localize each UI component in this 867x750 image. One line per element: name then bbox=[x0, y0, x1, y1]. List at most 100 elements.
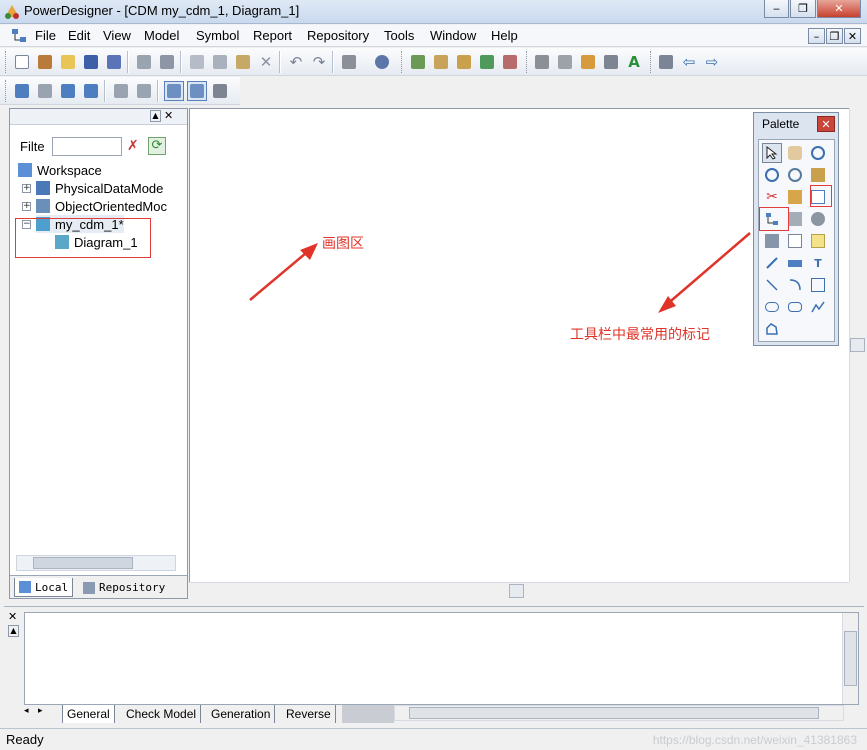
output-float-icon[interactable]: ▲ bbox=[8, 625, 19, 637]
tab-repository[interactable]: Repository bbox=[79, 578, 169, 597]
expand-icon[interactable]: + bbox=[22, 184, 31, 193]
association-link-icon[interactable] bbox=[762, 231, 782, 251]
save-icon[interactable] bbox=[81, 52, 101, 72]
tab-scroll-right-icon[interactable]: ▸ bbox=[38, 706, 43, 716]
rounded-rectangle-tool-icon[interactable] bbox=[785, 297, 805, 317]
palette-toggle-icon[interactable] bbox=[164, 81, 184, 101]
bring-front-icon[interactable] bbox=[532, 52, 552, 72]
font-icon[interactable]: A bbox=[624, 52, 644, 72]
diagram-view-icon[interactable] bbox=[134, 81, 154, 101]
close-button[interactable]: ✕ bbox=[817, 0, 861, 18]
tree-item-object-oriented-model[interactable]: ObjectOrientedMoc bbox=[36, 197, 167, 215]
note-icon[interactable] bbox=[808, 231, 828, 251]
generate-icon[interactable] bbox=[408, 52, 428, 72]
reverse-engineer-icon[interactable] bbox=[431, 52, 451, 72]
menu-model[interactable]: Model bbox=[142, 27, 181, 44]
mdi-restore-button[interactable]: ❐ bbox=[826, 28, 843, 44]
diagram-canvas[interactable] bbox=[189, 108, 849, 582]
tab-general[interactable]: General bbox=[62, 705, 115, 723]
restore-button[interactable]: ❐ bbox=[790, 0, 816, 18]
browser-close-icon[interactable]: ✕ bbox=[164, 109, 173, 122]
menu-edit[interactable]: Edit bbox=[66, 27, 92, 44]
impact-analysis-icon[interactable] bbox=[500, 52, 520, 72]
cut-icon[interactable] bbox=[187, 52, 207, 72]
menu-report[interactable]: Report bbox=[251, 27, 294, 44]
scroll-thumb[interactable] bbox=[850, 338, 865, 352]
browser-view-icon[interactable] bbox=[12, 81, 32, 101]
file-icon[interactable] bbox=[785, 231, 805, 251]
output-close-icon[interactable]: ✕ bbox=[8, 610, 17, 623]
package-icon[interactable] bbox=[785, 187, 805, 207]
send-back-icon[interactable] bbox=[555, 52, 575, 72]
grabber-icon[interactable] bbox=[785, 143, 805, 163]
check-model-icon[interactable] bbox=[372, 52, 392, 72]
print-preview-icon[interactable] bbox=[134, 52, 154, 72]
browser-float-icon[interactable]: ▲ bbox=[150, 110, 161, 122]
menu-repository[interactable]: Repository bbox=[305, 27, 371, 44]
delete-icon[interactable]: ✕ bbox=[256, 52, 276, 72]
browser-hscrollbar[interactable] bbox=[16, 555, 176, 571]
print-icon[interactable] bbox=[157, 52, 177, 72]
output-view-icon[interactable] bbox=[35, 81, 55, 101]
forward-icon[interactable]: ⇨ bbox=[702, 52, 722, 72]
tab-reverse[interactable]: Reverse bbox=[282, 705, 336, 723]
save-all-icon[interactable] bbox=[104, 52, 124, 72]
new-project-icon[interactable] bbox=[35, 52, 55, 72]
canvas-hscrollbar[interactable] bbox=[189, 582, 849, 599]
text-tool-icon[interactable]: T bbox=[808, 253, 828, 273]
line-color-icon[interactable] bbox=[578, 52, 598, 72]
line-tool-icon[interactable] bbox=[762, 275, 782, 295]
tab-check-model[interactable]: Check Model bbox=[122, 705, 202, 723]
merge-icon[interactable] bbox=[477, 52, 497, 72]
toolbox-toggle-icon[interactable] bbox=[187, 81, 207, 101]
undo-icon[interactable]: ↶ bbox=[286, 52, 306, 72]
arc-tool-icon[interactable] bbox=[785, 275, 805, 295]
properties-tool-icon[interactable] bbox=[808, 165, 828, 185]
new-icon[interactable] bbox=[12, 52, 32, 72]
folder-icon[interactable] bbox=[656, 52, 676, 72]
menu-symbol[interactable]: Symbol bbox=[194, 27, 241, 44]
domain-icon[interactable] bbox=[785, 253, 805, 273]
output-text-area[interactable] bbox=[24, 612, 859, 705]
palette-close-icon[interactable]: ✕ bbox=[817, 116, 835, 132]
tab-generation[interactable]: Generation bbox=[207, 705, 276, 723]
pointer-icon[interactable] bbox=[762, 143, 782, 163]
delete-tool-icon[interactable]: ✂ bbox=[762, 187, 782, 207]
tab-local[interactable]: Local bbox=[14, 578, 74, 597]
back-icon[interactable]: ⇦ bbox=[679, 52, 699, 72]
scroll-thumb[interactable] bbox=[509, 584, 524, 598]
zoom-icon[interactable] bbox=[111, 81, 131, 101]
fill-color-icon[interactable] bbox=[601, 52, 621, 72]
output-vscrollbar[interactable] bbox=[842, 613, 858, 704]
minimize-button[interactable]: ‒ bbox=[764, 0, 789, 18]
menu-window[interactable]: Window bbox=[428, 27, 478, 44]
open-package-icon[interactable] bbox=[785, 165, 805, 185]
zoom-in-icon[interactable] bbox=[808, 143, 828, 163]
menu-tools[interactable]: Tools bbox=[382, 27, 416, 44]
copy-icon[interactable] bbox=[210, 52, 230, 72]
expand-icon[interactable]: + bbox=[22, 202, 31, 211]
mdi-minimize-button[interactable]: – bbox=[808, 28, 825, 44]
grid-toggle-icon[interactable] bbox=[210, 81, 230, 101]
result-list-icon[interactable] bbox=[58, 81, 78, 101]
ellipse-tool-icon[interactable] bbox=[762, 297, 782, 317]
open-icon[interactable] bbox=[58, 52, 78, 72]
association-icon[interactable] bbox=[808, 209, 828, 229]
menu-file[interactable]: File bbox=[33, 27, 58, 44]
redo-icon[interactable]: ↷ bbox=[309, 52, 329, 72]
tab-scroll-left-icon[interactable]: ◂ bbox=[24, 706, 29, 716]
menu-help[interactable]: Help bbox=[489, 27, 520, 44]
mdi-close-button[interactable]: ✕ bbox=[844, 28, 861, 44]
scroll-thumb[interactable] bbox=[844, 631, 857, 686]
scroll-thumb[interactable] bbox=[33, 557, 133, 569]
split-view-icon[interactable] bbox=[81, 81, 101, 101]
refresh-icon[interactable]: ⟳ bbox=[148, 137, 166, 155]
tree-item-physical-data-model[interactable]: PhysicalDataMode bbox=[36, 179, 163, 197]
rectangle-tool-icon[interactable] bbox=[808, 275, 828, 295]
clear-filter-icon[interactable]: ✗ bbox=[127, 138, 139, 154]
polygon-tool-icon[interactable] bbox=[762, 319, 782, 339]
compare-icon[interactable] bbox=[454, 52, 474, 72]
filter-input[interactable] bbox=[52, 137, 122, 156]
scroll-thumb[interactable] bbox=[409, 707, 819, 719]
output-hscrollbar[interactable] bbox=[394, 705, 844, 721]
